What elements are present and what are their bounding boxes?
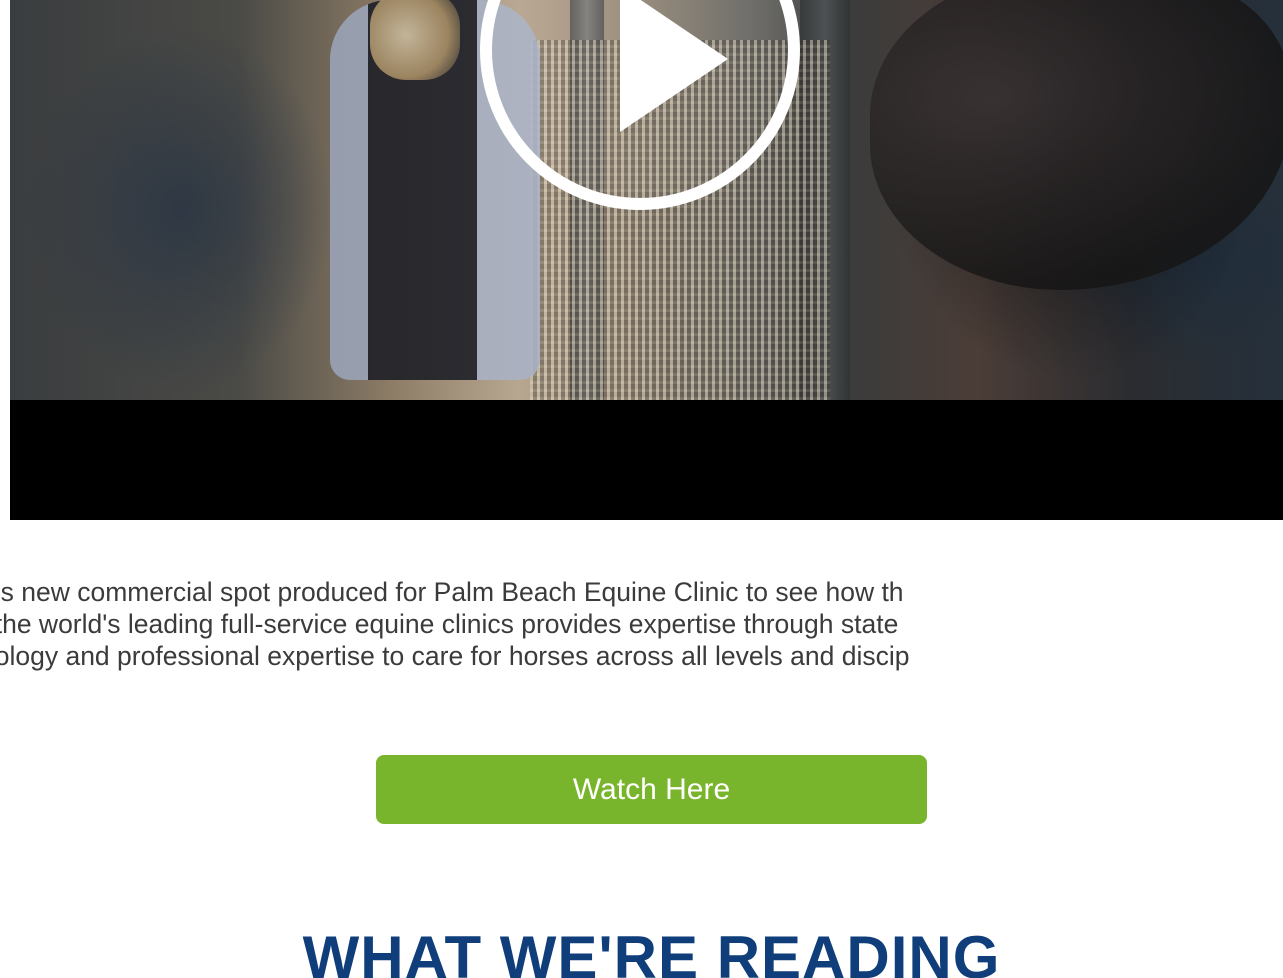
video-description: his new commercial spot produced for Pal… (0, 576, 1283, 672)
email-page: his new commercial spot produced for Pal… (0, 0, 1283, 978)
thumbnail-horse (870, 0, 1283, 290)
video-player[interactable] (10, 0, 1283, 520)
play-button[interactable] (480, 0, 800, 210)
play-icon (620, 0, 728, 132)
description-line: hology and professional expertise to car… (0, 641, 910, 671)
thumbnail-person-hair (370, 0, 460, 80)
watch-here-button[interactable]: Watch Here (376, 755, 927, 824)
description-line: f the world's leading full-service equin… (0, 609, 899, 639)
section-title: WHAT WE'RE READING (302, 924, 1001, 978)
description-line: his new commercial spot produced for Pal… (0, 577, 904, 607)
